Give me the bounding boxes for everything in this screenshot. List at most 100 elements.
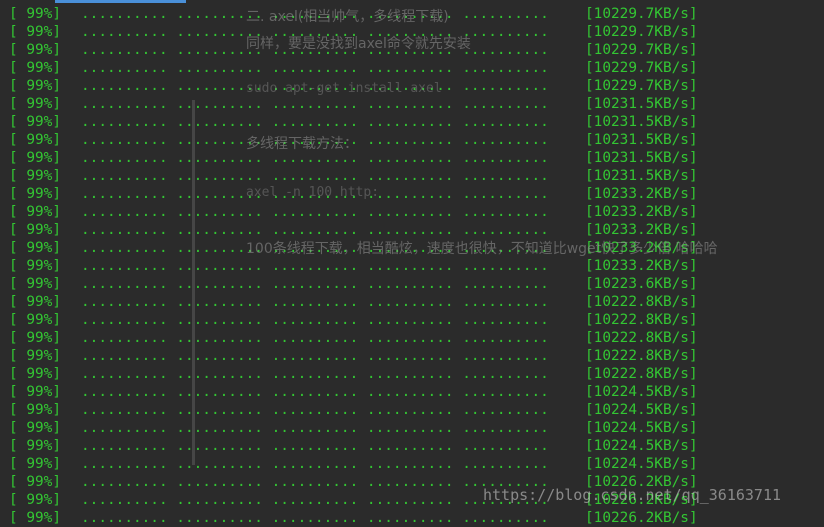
progress-percent: [ 99%] bbox=[9, 96, 61, 112]
progress-dots: .......... .......... .......... .......… bbox=[81, 438, 549, 454]
progress-dots: .......... .......... .......... .......… bbox=[81, 510, 549, 526]
progress-dots: .......... .......... .......... .......… bbox=[81, 204, 549, 220]
terminal-line: [ 99%] .......... .......... .......... .… bbox=[0, 275, 824, 293]
progress-percent: [ 99%] bbox=[9, 222, 61, 238]
progress-percent: [ 99%] bbox=[9, 240, 61, 256]
download-speed: [10233.2KB/s] bbox=[585, 258, 698, 274]
download-speed: [10224.5KB/s] bbox=[585, 402, 698, 418]
download-speed: [10231.5KB/s] bbox=[585, 96, 698, 112]
terminal-line: [ 99%].......... .......... .......... .… bbox=[0, 131, 824, 149]
download-speed: [10222.8KB/s] bbox=[585, 294, 698, 310]
download-speed: [10222.8KB/s] bbox=[585, 366, 698, 382]
terminal-line: [ 99%] .......... .......... .......... .… bbox=[0, 167, 824, 185]
progress-dots: .......... .......... .......... .......… bbox=[81, 456, 549, 472]
progress-percent: [ 99%] bbox=[9, 492, 61, 508]
terminal-line: [ 99%] .......... .......... .......... .… bbox=[0, 455, 824, 473]
progress-percent: [ 99%] bbox=[9, 294, 61, 310]
terminal-line: [ 99%] .......... .......... .......... .… bbox=[0, 113, 824, 131]
progress-percent: [ 99%] bbox=[9, 438, 61, 454]
overlay-note: 同样，要是没找到axel命令就先安装 bbox=[246, 36, 471, 52]
progress-dots: .......... .......... .......... .......… bbox=[81, 294, 549, 310]
terminal-line: [ 99%].......... .......... .......... .… bbox=[0, 401, 824, 419]
progress-percent: [ 99%] bbox=[9, 276, 61, 292]
progress-percent: [ 99%] bbox=[9, 510, 61, 526]
download-speed: [10222.8KB/s] bbox=[585, 348, 698, 364]
progress-percent: [ 99%] bbox=[9, 78, 61, 94]
download-speed: [10231.5KB/s] bbox=[585, 132, 698, 148]
download-speed: [10231.5KB/s] bbox=[585, 150, 698, 166]
overlay-heading: 二. axel(相当帅气，多线程下载) bbox=[246, 9, 449, 25]
download-speed: [10229.7KB/s] bbox=[585, 78, 698, 94]
terminal-line: [ 99%] .......... .......... .......... .… bbox=[0, 509, 824, 527]
download-speed: [10223.6KB/s] bbox=[585, 276, 698, 292]
progress-percent: [ 99%] bbox=[9, 150, 61, 166]
progress-dots: .......... .......... .......... .......… bbox=[81, 384, 549, 400]
download-speed: [10231.5KB/s] bbox=[585, 168, 698, 184]
download-speed: [10233.2KB/s] bbox=[585, 186, 698, 202]
terminal-line: [ 99%] .......... .......... .......... .… bbox=[0, 95, 824, 113]
terminal-line: [ 99%].......... .......... .......... .… bbox=[0, 203, 824, 221]
download-speed: [10222.8KB/s] bbox=[585, 330, 698, 346]
terminal-line: [ 99%] .......... .......... .......... .… bbox=[0, 365, 824, 383]
progress-percent: [ 99%] bbox=[9, 330, 61, 346]
progress-dots: .......... .......... .......... .......… bbox=[81, 402, 549, 418]
active-tab-indicator bbox=[55, 0, 186, 3]
progress-dots: .......... .......... .......... .......… bbox=[81, 420, 549, 436]
download-speed: [10224.5KB/s] bbox=[585, 438, 698, 454]
progress-dots: .......... .......... .......... .......… bbox=[81, 474, 549, 490]
progress-dots: .......... .......... .......... .......… bbox=[81, 312, 549, 328]
progress-percent: [ 99%] bbox=[9, 474, 61, 490]
progress-percent: [ 99%] bbox=[9, 114, 61, 130]
terminal-line: [ 99%] .......... .......... .......... .… bbox=[0, 59, 824, 77]
progress-dots: .......... .......... .......... .......… bbox=[81, 114, 549, 130]
overlay-divider bbox=[192, 100, 195, 465]
progress-dots: .......... .......... .......... .......… bbox=[81, 258, 549, 274]
terminal-line: [ 99%] .......... .......... .......... .… bbox=[0, 293, 824, 311]
progress-percent: [ 99%] bbox=[9, 258, 61, 274]
terminal-line: [ 99%].......... .......... .......... .… bbox=[0, 149, 824, 167]
download-speed: [10229.7KB/s] bbox=[585, 60, 698, 76]
progress-dots: .......... .......... .......... .......… bbox=[81, 222, 549, 238]
download-speed: [10224.5KB/s] bbox=[585, 420, 698, 436]
progress-percent: [ 99%] bbox=[9, 60, 61, 76]
progress-percent: [ 99%] bbox=[9, 420, 61, 436]
progress-dots: .......... .......... .......... .......… bbox=[81, 60, 549, 76]
watermark-url: https://blog.csdn.net/qq_36163711 bbox=[483, 486, 782, 504]
progress-percent: [ 99%] bbox=[9, 348, 61, 364]
terminal-line: [ 99%] .......... .......... .......... .… bbox=[0, 257, 824, 275]
progress-percent: [ 99%] bbox=[9, 456, 61, 472]
terminal-line: [ 99%] .......... .......... .......... .… bbox=[0, 437, 824, 455]
progress-percent: [ 99%] bbox=[9, 186, 61, 202]
progress-percent: [ 99%] bbox=[9, 312, 61, 328]
terminal-line: [ 99%] .......... .......... .......... .… bbox=[0, 311, 824, 329]
progress-dots: .......... .......... .......... .......… bbox=[81, 348, 549, 364]
download-speed: [10231.5KB/s] bbox=[585, 114, 698, 130]
terminal-line: [ 99%].......... .......... .......... .… bbox=[0, 185, 824, 203]
terminal-line: [ 99%] .......... .......... .......... .… bbox=[0, 383, 824, 401]
download-speed: [10226.2KB/s] bbox=[585, 510, 698, 526]
progress-dots: .......... .......... .......... .......… bbox=[81, 366, 549, 382]
download-speed: [10229.7KB/s] bbox=[585, 42, 698, 58]
download-speed: [10224.5KB/s] bbox=[585, 384, 698, 400]
overlay-usage-title: 多线程下载方法： bbox=[246, 136, 358, 152]
terminal-line: [ 99%].......... .......... .......... .… bbox=[0, 329, 824, 347]
download-speed: [10233.2KB/s] bbox=[585, 204, 698, 220]
overlay-usage-cmd: axel -n 100 http: bbox=[246, 185, 380, 200]
progress-percent: [ 99%] bbox=[9, 6, 61, 22]
progress-dots: .......... .......... .......... .......… bbox=[81, 96, 549, 112]
download-speed: [10229.7KB/s] bbox=[585, 6, 698, 22]
terminal-line: [ 99%] .......... .......... .......... .… bbox=[0, 221, 824, 239]
download-speed: [10222.8KB/s] bbox=[585, 312, 698, 328]
progress-percent: [ 99%] bbox=[9, 168, 61, 184]
download-speed: [10233.2KB/s] bbox=[585, 222, 698, 238]
progress-dots: .......... .......... .......... .......… bbox=[81, 168, 549, 184]
progress-percent: [ 99%] bbox=[9, 42, 61, 58]
download-speed: [10224.5KB/s] bbox=[585, 456, 698, 472]
progress-dots: .......... .......... .......... .......… bbox=[81, 492, 549, 508]
progress-percent: [ 99%] bbox=[9, 132, 61, 148]
overlay-install-cmd: sudo apt-get install axel bbox=[246, 81, 442, 96]
download-speed: [10229.7KB/s] bbox=[585, 24, 698, 40]
progress-dots: .......... .......... .......... .......… bbox=[81, 276, 549, 292]
progress-percent: [ 99%] bbox=[9, 384, 61, 400]
progress-percent: [ 99%] bbox=[9, 366, 61, 382]
